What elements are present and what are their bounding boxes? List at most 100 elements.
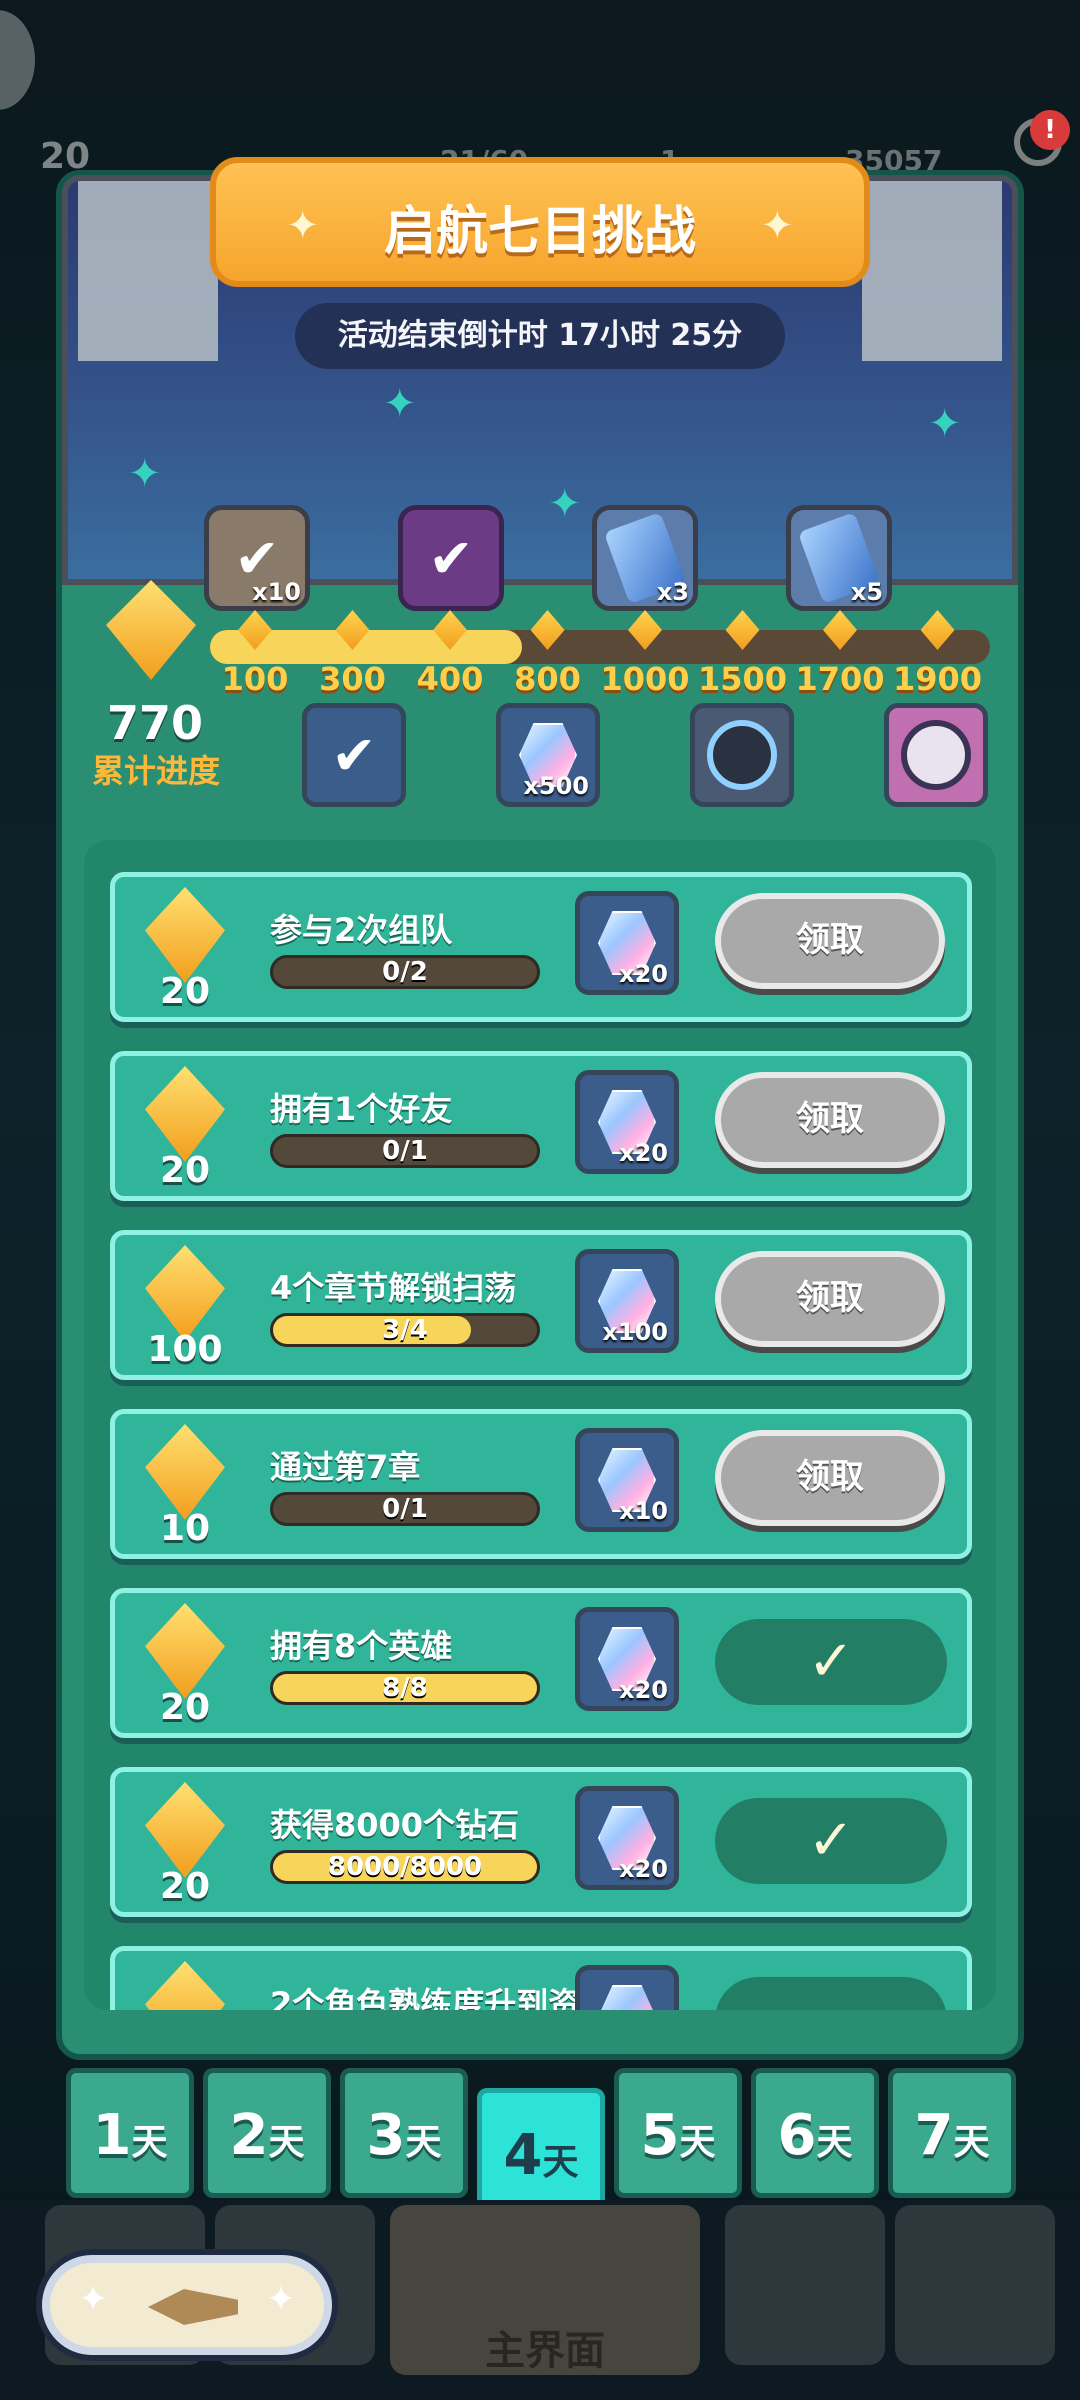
- sparkle-icon: ✦: [128, 451, 162, 497]
- task-row: 2个角色熟练度升到资深: [110, 1946, 972, 2010]
- milestone-marker: [518, 610, 578, 650]
- total-progress-label: 累计进度: [91, 752, 220, 790]
- reward-qty: x10: [252, 578, 301, 606]
- nav-map[interactable]: [725, 2205, 885, 2365]
- task-list[interactable]: 20 参与2次组队 0/2 x20 领取 20 拥有1个好友 0/1 x20 领…: [84, 840, 996, 2010]
- task-row: 20 获得8000个钻石 8000/8000 x20 ✓: [110, 1767, 972, 1917]
- task-progress-text: 8/8: [382, 1673, 428, 1703]
- milestone-label: 100: [221, 660, 289, 698]
- task-name: 参与2次组队: [270, 911, 453, 949]
- milestone-marker: [713, 610, 773, 650]
- gem-icon: [598, 1985, 656, 2010]
- task-reward[interactable]: x20: [575, 1070, 679, 1174]
- back-arrow-icon: [148, 2289, 238, 2325]
- task-points: 100: [147, 1329, 223, 1370]
- check-icon: ✔: [331, 723, 377, 787]
- task-row: 10 通过第7章 0/1 x10 领取: [110, 1409, 972, 1559]
- task-reward[interactable]: x20: [575, 1786, 679, 1890]
- completed-check: ✓: [715, 1619, 947, 1705]
- task-progress-bar: 0/1: [270, 1492, 540, 1526]
- milestone-reward-1[interactable]: ✔ x10: [204, 505, 310, 611]
- points-diamond-icon: [145, 1245, 225, 1341]
- nav-guild[interactable]: [895, 2205, 1055, 2365]
- claim-button[interactable]: 领取: [715, 1072, 945, 1168]
- milestone-reward-4[interactable]: x5: [786, 505, 892, 611]
- task-progress-bar: 0/1: [270, 1134, 540, 1168]
- day-tab-label: 1天: [92, 2103, 168, 2168]
- nav-main-label: 主界面: [485, 2328, 605, 2374]
- points-diamond-icon: [145, 1603, 225, 1699]
- milestone-label: 1500: [697, 660, 788, 698]
- tab-day-5[interactable]: 5天: [614, 2068, 742, 2198]
- progress-reward-1[interactable]: ✔: [302, 703, 406, 807]
- claim-button[interactable]: 领取: [715, 1430, 945, 1526]
- tab-day-1[interactable]: 1天: [66, 2068, 194, 2198]
- task-progress-bar: 0/2: [270, 955, 540, 989]
- reward-qty: x5: [850, 578, 883, 606]
- milestone-reward-3[interactable]: x3: [592, 505, 698, 611]
- task-points: 20: [159, 1687, 211, 1728]
- reward-qty: x20: [619, 1139, 668, 1167]
- progress-reward-3[interactable]: [690, 703, 794, 807]
- milestone-diamond-icon: [238, 610, 272, 650]
- points-diamond-icon: [145, 1424, 225, 1520]
- pillar-right: [862, 181, 1002, 361]
- task-reward[interactable]: x20: [575, 891, 679, 995]
- task-reward[interactable]: [575, 1965, 679, 2010]
- event-countdown: 活动结束倒计时 17小时 25分: [295, 303, 785, 369]
- task-reward[interactable]: x20: [575, 1607, 679, 1711]
- pillar-left: [78, 181, 218, 361]
- progress-reward-2[interactable]: x500: [496, 703, 600, 807]
- task-points: 20: [159, 971, 211, 1012]
- sparkle-icon: ✦: [265, 2279, 296, 2320]
- tab-day-3[interactable]: 3天: [340, 2068, 468, 2198]
- reward-qty: x3: [656, 578, 689, 606]
- claim-button[interactable]: 领取: [715, 893, 945, 989]
- progress-reward-4[interactable]: [884, 703, 988, 807]
- task-row: 20 参与2次组队 0/2 x20 领取: [110, 872, 972, 1022]
- claim-button[interactable]: 领取: [715, 1251, 945, 1347]
- milestone-label: 1900: [892, 660, 983, 698]
- reward-qty: x20: [619, 1855, 668, 1883]
- day-tab-label: 3天: [366, 2103, 442, 2168]
- milestone-marker: [225, 610, 285, 650]
- hero-portrait-icon: [901, 720, 971, 790]
- back-button[interactable]: ✦ ✦: [42, 2255, 332, 2355]
- milestone-diamond-icon: [628, 610, 662, 650]
- points-diamond-icon: [145, 887, 225, 983]
- check-icon: ✔: [428, 526, 474, 590]
- tab-day-2[interactable]: 2天: [203, 2068, 331, 2198]
- reward-qty: x20: [619, 960, 668, 988]
- tab-day-6[interactable]: 6天: [751, 2068, 879, 2198]
- milestone-marker: [615, 610, 675, 650]
- milestone-label: 1000: [600, 660, 690, 698]
- points-diamond-icon: [145, 1066, 225, 1162]
- task-progress-text: 0/2: [382, 957, 428, 987]
- points-diamond-icon: [145, 1782, 225, 1878]
- completed-check: [715, 1977, 947, 2010]
- milestone-diamond-icon: [530, 610, 565, 650]
- tab-day-7[interactable]: 7天: [888, 2068, 1016, 2198]
- task-progress-text: 3/4: [382, 1315, 428, 1345]
- task-progress-bar: 8/8: [270, 1671, 540, 1705]
- task-name: 获得8000个钻石: [270, 1806, 520, 1844]
- total-progress: 770: [106, 696, 204, 750]
- day-tab-label: 5天: [640, 2103, 716, 2168]
- task-row: 100 4个章节解锁扫荡 3/4 x100 领取: [110, 1230, 972, 1380]
- day-tab-label: 2天: [229, 2103, 305, 2168]
- task-reward[interactable]: x10: [575, 1428, 679, 1532]
- task-name: 通过第7章: [270, 1448, 421, 1486]
- reward-qty: x100: [602, 1318, 668, 1346]
- day-tab-label: 7天: [914, 2103, 990, 2168]
- milestone-marker: [810, 610, 870, 650]
- tab-day-4[interactable]: 4天: [477, 2088, 605, 2218]
- reward-qty: x500: [523, 772, 589, 800]
- sparkle-icon: ✦: [548, 481, 582, 527]
- star-icon: ✦: [760, 203, 794, 249]
- task-reward[interactable]: x100: [575, 1249, 679, 1353]
- task-points: 20: [159, 1866, 211, 1907]
- day-tab-label: 6天: [777, 2103, 853, 2168]
- milestone-marker: [323, 610, 383, 650]
- milestone-reward-2[interactable]: ✔: [398, 505, 504, 611]
- milestone-diamond-icon: [823, 610, 857, 650]
